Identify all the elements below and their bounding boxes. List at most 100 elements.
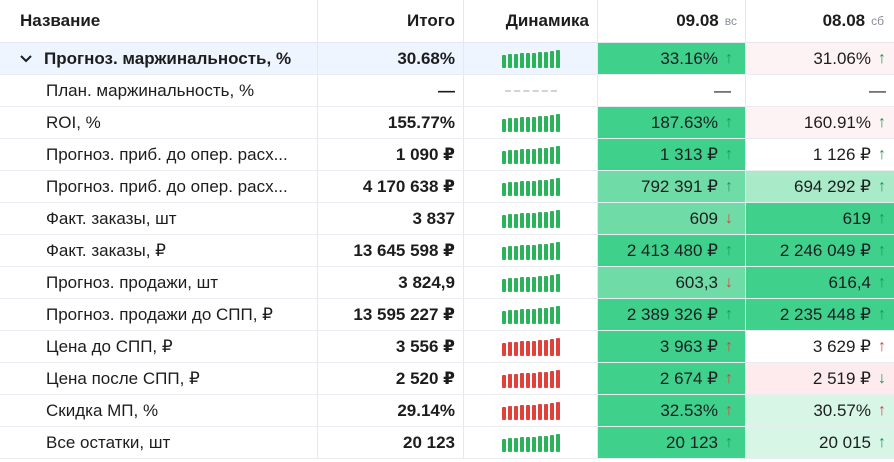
row-date-2-cell[interactable]: 619 ↑ [746, 203, 894, 234]
row-name-label: ROI, % [46, 112, 101, 132]
table-row[interactable]: Цена после СПП, ₽ 2 520 ₽ 2 674 ₽ ↑ 2 519 ₽ ↓ [0, 363, 894, 395]
row-name-cell: Цена до СПП, ₽ [0, 331, 318, 362]
row-dynamics-cell [464, 171, 598, 202]
sparkline-bar [549, 210, 554, 228]
row-date-1-cell[interactable]: 2 389 326 ₽ ↑ [598, 299, 746, 330]
sparkline-bar [507, 245, 512, 260]
sparkline-bar [555, 401, 560, 420]
sparkline-bar [513, 53, 518, 68]
sparkline [501, 241, 560, 260]
table-row[interactable]: Факт. заказы, шт 3 837 609 ↓ 619 ↑ [0, 203, 894, 235]
row-total-value: 13 645 598 ₽ [353, 240, 455, 260]
row-date-2-cell[interactable]: 2 235 448 ₽ ↑ [746, 299, 894, 330]
row-name-cell: Прогноз. маржинальность, % [0, 43, 318, 74]
row-date-1-value: 187.63% [650, 112, 718, 132]
row-date-2-cell[interactable]: 2 246 049 ₽ ↑ [746, 235, 894, 266]
row-date-1-cell[interactable]: 32.53% ↑ [598, 395, 746, 426]
row-date-1-cell[interactable]: 603,3 ↓ [598, 267, 746, 298]
row-total-value: 20 123 [403, 432, 455, 452]
row-name-cell: Прогноз. продажи до СПП, ₽ [0, 299, 318, 330]
table-row[interactable]: Цена до СПП, ₽ 3 556 ₽ 3 963 ₽ ↑ 3 629 ₽ ↑ [0, 331, 894, 363]
sparkline-bar [507, 309, 512, 324]
row-date-2-value: 2 519 ₽ [812, 368, 871, 388]
sparkline-bar [525, 340, 530, 356]
arrow-up-icon: ↑ [725, 369, 733, 387]
sparkline-bar [555, 337, 560, 356]
sparkline-bar [543, 147, 548, 164]
row-date-1-cell[interactable]: 792 391 ₽ ↑ [598, 171, 746, 202]
table-header: Название Итого Динамика 09.08 вс 08.08 сб [0, 0, 894, 43]
row-total-cell: 29.14% [318, 395, 464, 426]
row-date-1-cell[interactable]: 20 123 ↑ [598, 427, 746, 458]
arrow-up-icon: ↑ [878, 49, 886, 67]
column-header-name[interactable]: Название [0, 0, 318, 42]
row-name-cell: Факт. заказы, ₽ [0, 235, 318, 266]
sparkline [501, 369, 560, 388]
row-date-1-cell[interactable]: 609 ↓ [598, 203, 746, 234]
sparkline-bar [525, 308, 530, 324]
row-total-cell: 3 824,9 [318, 267, 464, 298]
sparkline-bar [537, 147, 542, 164]
row-date-2-cell[interactable]: 2 519 ₽ ↓ [746, 363, 894, 394]
row-date-2-value: 694 292 ₽ [794, 176, 871, 196]
sparkline-bar [507, 277, 512, 292]
sparkline-bar [537, 115, 542, 132]
sparkline-bar [549, 242, 554, 260]
row-date-2-cell[interactable]: 1 126 ₽ ↑ [746, 139, 894, 170]
row-date-1-value: 3 963 ₽ [659, 336, 718, 356]
table-row[interactable]: ROI, % 155.77% 187.63% ↑ 160.91% ↑ [0, 107, 894, 139]
row-date-1-value: 603,3 [675, 272, 718, 292]
row-date-2-value: 616,4 [828, 272, 871, 292]
sparkline-bar [513, 117, 518, 132]
row-date-2-cell[interactable]: 694 292 ₽ ↑ [746, 171, 894, 202]
row-date-2-cell[interactable]: 20 015 ↑ [746, 427, 894, 458]
table-row-parent[interactable]: Прогноз. маржинальность, % 30.68% 33.16% ↑ 3… [0, 43, 894, 75]
row-date-2-cell[interactable]: 616,4 ↑ [746, 267, 894, 298]
arrow-up-icon: ↑ [725, 305, 733, 323]
row-dynamics-cell [464, 235, 598, 266]
sparkline-bar [549, 338, 554, 356]
sparkline-bar [513, 181, 518, 196]
row-date-1-cell[interactable]: 2 413 480 ₽ ↑ [598, 235, 746, 266]
sparkline-bar [531, 436, 536, 452]
row-date-1-cell[interactable]: 33.16% ↑ [598, 43, 746, 74]
table-row[interactable]: Скидка МП, % 29.14% 32.53% ↑ 30.57% ↑ [0, 395, 894, 427]
sparkline-bar [537, 307, 542, 324]
row-date-2-cell[interactable]: — [746, 75, 894, 106]
column-header-total[interactable]: Итого [318, 0, 464, 42]
sparkline-bar [519, 436, 524, 452]
row-date-2-cell[interactable]: 160.91% ↑ [746, 107, 894, 138]
row-total-value: 4 170 638 ₽ [362, 176, 455, 196]
row-date-2-cell[interactable]: 31.06% ↑ [746, 43, 894, 74]
sparkline [501, 177, 560, 196]
row-date-1-cell[interactable]: 1 313 ₽ ↑ [598, 139, 746, 170]
sparkline-bar [549, 402, 554, 420]
row-total-value: 3 556 ₽ [395, 336, 455, 356]
arrow-down-icon: ↓ [725, 273, 733, 291]
row-date-2-cell[interactable]: 30.57% ↑ [746, 395, 894, 426]
table-row[interactable]: Все остатки, шт 20 123 20 123 ↑ 20 015 ↑ [0, 427, 894, 459]
arrow-down-icon: ↓ [878, 369, 886, 387]
sparkline-bar [537, 275, 542, 292]
table-row[interactable]: Факт. заказы, ₽ 13 645 598 ₽ 2 413 480 ₽ ↑ 2… [0, 235, 894, 267]
table-row[interactable]: План. маржинальность, % — — — [0, 75, 894, 107]
column-header-date-1[interactable]: 09.08 вс [598, 0, 746, 42]
sparkline-bar [537, 51, 542, 68]
row-date-2-cell[interactable]: 3 629 ₽ ↑ [746, 331, 894, 362]
row-dynamics-cell [464, 139, 598, 170]
row-date-2-value: — [869, 80, 886, 100]
row-date-1-cell[interactable]: — [598, 75, 746, 106]
table-row[interactable]: Прогноз. приб. до опер. расх... 4 170 638… [0, 171, 894, 203]
sparkline-bar [513, 341, 518, 356]
row-name-cell: Прогноз. приб. до опер. расх... [0, 171, 318, 202]
sparkline-bar [531, 404, 536, 420]
table-row[interactable]: Прогноз. приб. до опер. расх... 1 090 ₽ 1 … [0, 139, 894, 171]
chevron-down-icon[interactable] [20, 54, 32, 64]
column-header-dynamics[interactable]: Динамика [464, 0, 598, 42]
column-header-date-2[interactable]: 08.08 сб [746, 0, 894, 42]
row-date-1-cell[interactable]: 2 674 ₽ ↑ [598, 363, 746, 394]
table-row[interactable]: Прогноз. продажи до СПП, ₽ 13 595 227 ₽ 2 … [0, 299, 894, 331]
row-date-1-cell[interactable]: 187.63% ↑ [598, 107, 746, 138]
row-date-1-cell[interactable]: 3 963 ₽ ↑ [598, 331, 746, 362]
table-row[interactable]: Прогноз. продажи, шт 3 824,9 603,3 ↓ 616,4 ↑ [0, 267, 894, 299]
